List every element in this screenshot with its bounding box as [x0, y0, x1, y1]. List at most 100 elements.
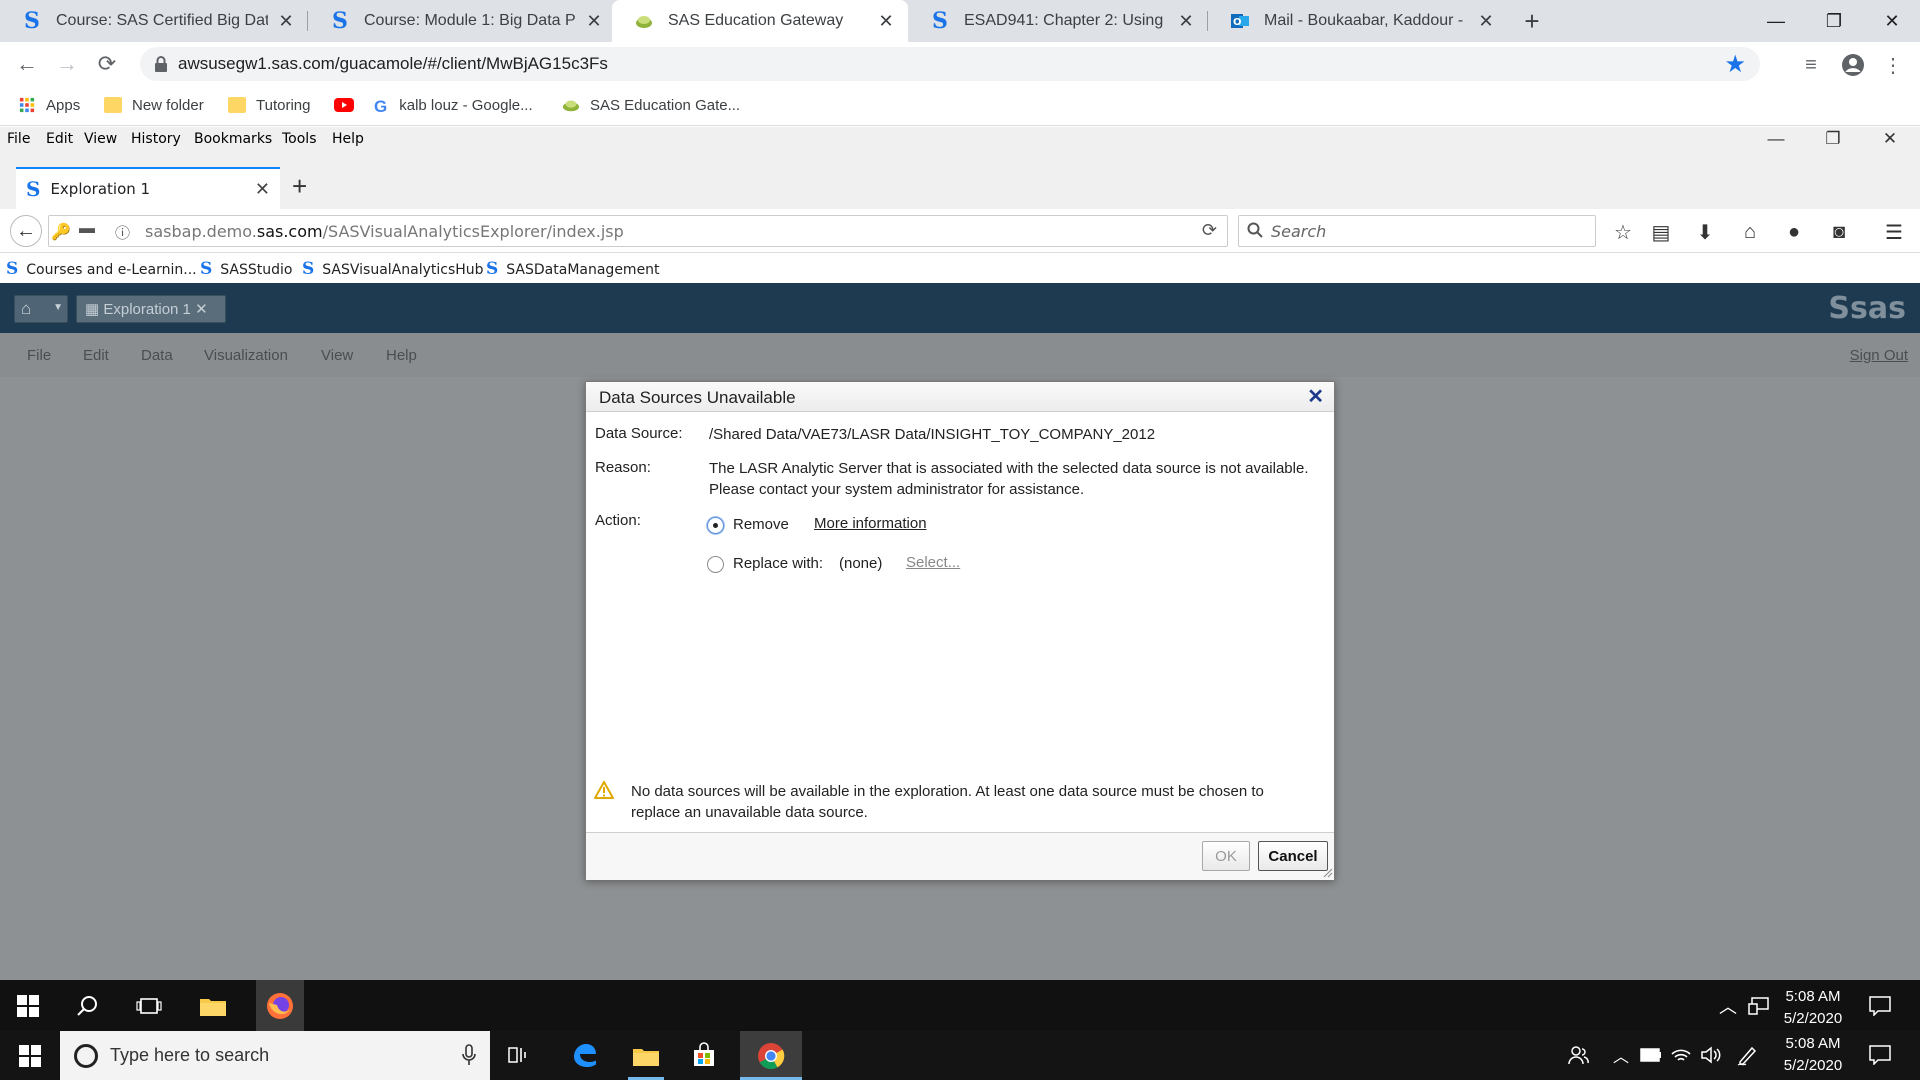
- close-icon[interactable]: ✕: [1176, 11, 1196, 32]
- back-arrow-icon[interactable]: ←: [10, 215, 42, 247]
- bookmark-apps[interactable]: Apps: [18, 86, 80, 124]
- file-explorer-icon[interactable]: [624, 1031, 668, 1080]
- sas-menu-help[interactable]: Help: [386, 347, 417, 364]
- cancel-button[interactable]: Cancel: [1258, 841, 1328, 871]
- permissions-icon[interactable]: ▬: [79, 220, 95, 238]
- bookmark-youtube[interactable]: [334, 86, 354, 124]
- chat-icon[interactable]: ●: [1781, 219, 1807, 245]
- key-icon[interactable]: 🔑: [51, 222, 71, 242]
- forward-arrow-icon[interactable]: →: [52, 49, 82, 79]
- download-icon[interactable]: ⬇: [1692, 219, 1718, 245]
- bookmark-sas-gateway[interactable]: SAS Education Gate...: [562, 86, 740, 124]
- chrome-tab[interactable]: S Course: Module 1: Big Data Prep ✕: [308, 0, 616, 42]
- bookmark-datamanagement[interactable]: S SASDataManagement: [486, 259, 660, 279]
- firefox-url-bar[interactable]: 🔑 ▬ ⓘ sasbap.demo.sas.com/SASVisualAnaly…: [48, 215, 1228, 247]
- task-view-icon[interactable]: [506, 1041, 534, 1069]
- close-icon[interactable]: ✕: [195, 301, 208, 318]
- media-queue-icon[interactable]: ≡: [1798, 52, 1824, 78]
- profile-icon[interactable]: [1840, 52, 1866, 78]
- replace-with-label[interactable]: Replace with:: [733, 553, 823, 574]
- menu-edit[interactable]: Edit: [46, 131, 73, 147]
- chrome-tab[interactable]: O Mail - Boukaabar, Kaddour - Outl ✕: [1208, 0, 1508, 42]
- search-icon[interactable]: [74, 992, 102, 1020]
- close-icon[interactable]: ✕: [1307, 384, 1324, 409]
- hamburger-menu-icon[interactable]: ☰: [1881, 219, 1907, 245]
- menu-bookmarks[interactable]: Bookmarks: [194, 131, 272, 147]
- taskbar-search-box[interactable]: Type here to search: [60, 1031, 490, 1080]
- back-arrow-icon[interactable]: ←: [12, 49, 42, 79]
- sign-out-link[interactable]: Sign Out: [1850, 347, 1908, 364]
- resize-grip-icon[interactable]: [1323, 868, 1333, 878]
- bookmark-tutoring[interactable]: Tutoring: [228, 86, 310, 124]
- sas-menu-edit[interactable]: Edit: [83, 347, 109, 364]
- sas-menu-file[interactable]: File: [27, 347, 51, 364]
- battery-icon[interactable]: [1638, 1041, 1664, 1069]
- windows-start-icon[interactable]: [16, 1043, 44, 1069]
- chevron-up-icon[interactable]: ︿: [1716, 992, 1740, 1020]
- bookmark-new-folder[interactable]: New folder: [104, 86, 204, 124]
- bookmark-star-icon[interactable]: ★: [1724, 50, 1746, 79]
- kebab-menu-icon[interactable]: ⋮: [1880, 52, 1906, 78]
- reload-icon[interactable]: ⟳: [1202, 220, 1217, 241]
- chevron-up-icon[interactable]: ︿: [1610, 1041, 1632, 1069]
- network-icon[interactable]: [1746, 992, 1772, 1020]
- sas-menu-view[interactable]: View: [321, 347, 353, 364]
- firefox-tab-active[interactable]: S Exploration 1 ✕: [16, 167, 280, 209]
- reading-list-icon[interactable]: ▤: [1648, 219, 1674, 245]
- address-bar[interactable]: awsusegw1.sas.com/guacamole/#/client/MwB…: [140, 47, 1760, 81]
- pocket-icon[interactable]: ◙: [1826, 219, 1852, 245]
- microphone-icon[interactable]: [462, 1044, 476, 1066]
- sas-menu-data[interactable]: Data: [141, 347, 173, 364]
- remove-label[interactable]: Remove: [733, 514, 789, 535]
- menu-view[interactable]: View: [84, 131, 117, 147]
- exploration-tab[interactable]: ▦ Exploration 1 ✕: [76, 295, 226, 323]
- notification-icon[interactable]: [1866, 1041, 1894, 1069]
- bookmark-star-icon[interactable]: ☆: [1610, 219, 1636, 245]
- home-icon[interactable]: ⌂: [1737, 219, 1763, 245]
- close-window-icon[interactable]: ✕: [1870, 129, 1910, 153]
- sas-menu-visualization[interactable]: Visualization: [204, 347, 288, 364]
- bookmark-vahub[interactable]: S SASVisualAnalyticsHub: [302, 259, 484, 279]
- system-clock[interactable]: 5:08 AM 5/2/2020: [1772, 1033, 1854, 1077]
- task-view-icon[interactable]: [134, 992, 164, 1020]
- more-information-link[interactable]: More information: [814, 515, 927, 532]
- firefox-search-box[interactable]: Search: [1238, 215, 1596, 247]
- close-icon[interactable]: ✕: [584, 11, 604, 32]
- chrome-tab[interactable]: S ESAD941: Chapter 2: Using SAS® ✕: [908, 0, 1208, 42]
- chrome-tab[interactable]: S Course: SAS Certified Big Data Pr ✕: [0, 0, 308, 42]
- ok-button[interactable]: OK: [1202, 841, 1250, 871]
- close-icon[interactable]: ✕: [1476, 11, 1496, 32]
- info-icon[interactable]: ⓘ: [115, 222, 130, 243]
- menu-tools[interactable]: Tools: [282, 131, 317, 147]
- close-icon[interactable]: ✕: [255, 179, 270, 200]
- chrome-taskbar-button[interactable]: [740, 1031, 802, 1080]
- menu-history[interactable]: History: [131, 131, 181, 147]
- replace-with-radio[interactable]: [707, 556, 724, 573]
- home-button[interactable]: ⌂ ▼: [14, 295, 68, 323]
- close-icon[interactable]: ✕: [876, 11, 896, 32]
- close-icon[interactable]: ✕: [276, 11, 296, 32]
- minimize-icon[interactable]: —: [1756, 129, 1796, 153]
- pen-workspace-icon[interactable]: [1734, 1041, 1760, 1069]
- bookmark-kalb-louz[interactable]: G kalb louz - Google...: [374, 86, 533, 124]
- store-icon[interactable]: [688, 1039, 720, 1071]
- close-window-icon[interactable]: ✕: [1863, 0, 1920, 42]
- menu-help[interactable]: Help: [332, 131, 364, 147]
- remove-radio[interactable]: [707, 517, 724, 534]
- firefox-taskbar-button[interactable]: [256, 980, 304, 1032]
- menu-file[interactable]: File: [7, 131, 30, 147]
- bookmark-courses[interactable]: S Courses and e-Learnin...: [6, 259, 197, 279]
- restore-icon[interactable]: ❐: [1805, 0, 1863, 42]
- reload-icon[interactable]: ⟳: [92, 49, 122, 79]
- bookmark-sasstudio[interactable]: S SASStudio: [200, 259, 292, 279]
- edge-icon[interactable]: [568, 1039, 600, 1071]
- new-tab-button[interactable]: +: [292, 171, 307, 202]
- file-explorer-icon[interactable]: [198, 992, 228, 1020]
- volume-icon[interactable]: [1698, 1041, 1724, 1069]
- remote-clock[interactable]: 5:08 AM 5/2/2020: [1772, 986, 1854, 1030]
- wifi-icon[interactable]: [1668, 1041, 1694, 1069]
- chrome-tab-active[interactable]: SAS Education Gateway ✕: [612, 0, 908, 42]
- select-link[interactable]: Select...: [906, 554, 960, 571]
- people-icon[interactable]: [1564, 1041, 1592, 1069]
- new-tab-button[interactable]: +: [1517, 0, 1547, 42]
